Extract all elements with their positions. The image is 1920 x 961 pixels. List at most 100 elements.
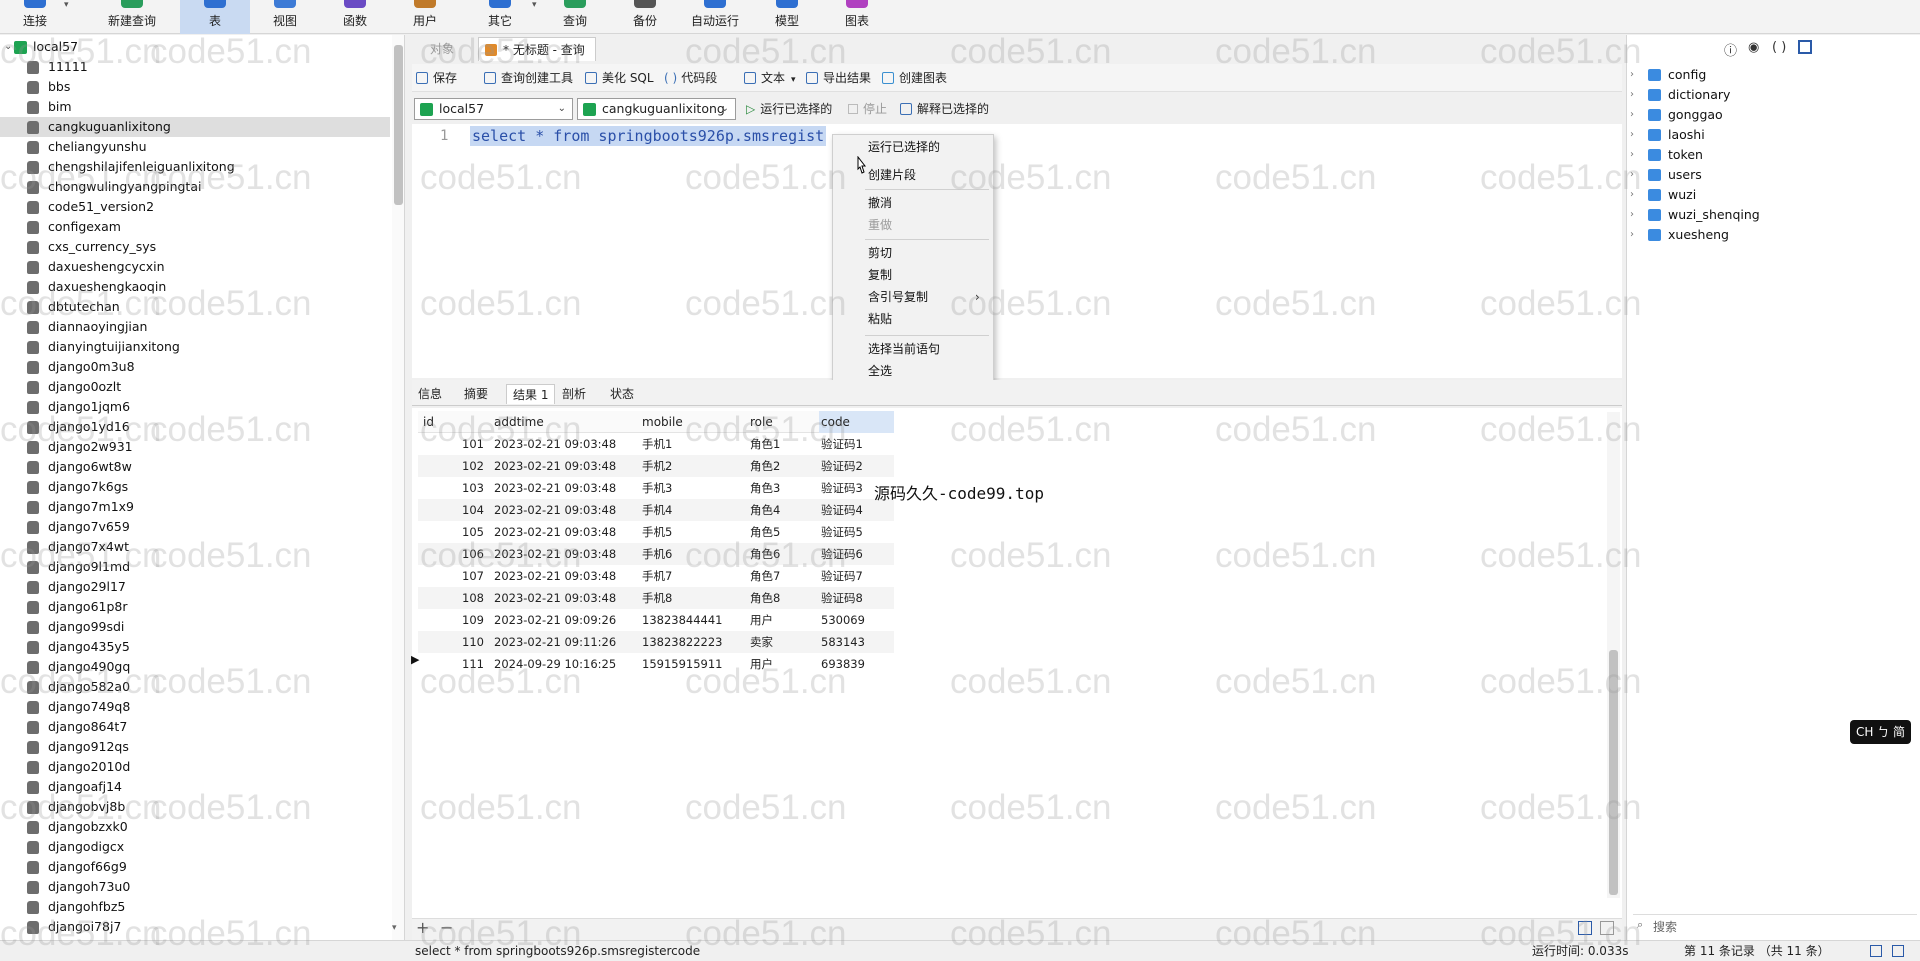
table-button[interactable]: 表 — [180, 0, 250, 34]
scroll-down-arrow-icon[interactable]: ▾ — [392, 923, 397, 933]
cell-role[interactable]: 角色1 — [750, 433, 780, 455]
database-item[interactable]: daxueshengcycxin — [0, 257, 390, 277]
database-item[interactable]: django6wt8w — [0, 457, 390, 477]
menu-item-redo[interactable]: 重做 — [868, 215, 892, 235]
cell-code[interactable]: 验证码3 — [821, 477, 863, 499]
database-item[interactable]: django2010d — [0, 757, 390, 777]
cell-code[interactable]: 验证码1 — [821, 433, 863, 455]
database-item[interactable]: djangoafj14 — [0, 777, 390, 797]
cell-code[interactable]: 验证码8 — [821, 587, 863, 609]
automation-button[interactable]: 自动运行 — [680, 0, 750, 34]
database-item[interactable]: djangof66g9 — [0, 857, 390, 877]
database-item[interactable]: django0m3u8 — [0, 357, 390, 377]
cell-id[interactable]: 101 — [418, 433, 484, 455]
run-selected-button[interactable]: ▷ 运行已选择的 — [746, 99, 832, 119]
database-item[interactable]: django99sdi — [0, 617, 390, 637]
other-dropdown-icon[interactable]: ▾ — [532, 0, 537, 10]
search-box[interactable]: ⌕ 搜索 — [1633, 914, 1917, 936]
new-query-button[interactable]: 新建查询 — [92, 0, 172, 34]
expand-chevron-icon[interactable]: › — [1630, 205, 1634, 225]
menu-item-copy[interactable]: 复制 — [868, 265, 892, 285]
cell-code[interactable]: 验证码6 — [821, 543, 863, 565]
cell-addtime[interactable]: 2023-02-21 09:03:48 — [494, 499, 616, 521]
cell-id[interactable]: 102 — [418, 455, 484, 477]
cell-role[interactable]: 角色6 — [750, 543, 780, 565]
cell-role[interactable]: 角色4 — [750, 499, 780, 521]
table-item[interactable]: › wuzi_shenqing — [1630, 205, 1910, 225]
info-icon[interactable]: ⓘ — [1724, 40, 1737, 59]
table-row[interactable]: 109 2023-02-21 09:09:26 13823844441 用户 53006… — [418, 609, 894, 631]
cell-role[interactable]: 卖家 — [750, 631, 773, 653]
database-item[interactable]: bbs — [0, 77, 390, 97]
cell-role[interactable]: 角色2 — [750, 455, 780, 477]
table-row[interactable]: 107 2023-02-21 09:03:48 手机7 角色7 验证码7 — [418, 565, 894, 587]
database-item[interactable]: diannaoyingjian — [0, 317, 390, 337]
database-item[interactable]: djangodigcx — [0, 837, 390, 857]
database-item[interactable]: django1yd16 — [0, 417, 390, 437]
chart-button[interactable]: 图表 — [822, 0, 892, 34]
cell-role[interactable]: 用户 — [750, 609, 773, 631]
cell-role[interactable]: 角色5 — [750, 521, 780, 543]
database-item[interactable]: django2w931 — [0, 437, 390, 457]
menu-item-cut[interactable]: 剪切 — [868, 243, 892, 263]
menu-item-paste[interactable]: 粘贴 — [868, 309, 892, 329]
database-item[interactable]: django912qs — [0, 737, 390, 757]
layout-left-icon[interactable] — [1870, 945, 1882, 957]
database-item[interactable]: code51_version2 — [0, 197, 390, 217]
database-select[interactable]: cangkuguanlixitong ⌄ — [577, 98, 736, 120]
database-item[interactable]: configexam — [0, 217, 390, 237]
database-item[interactable]: django1jqm6 — [0, 397, 390, 417]
menu-item-copy-with-quotes[interactable]: 含引号复制 — [868, 287, 928, 307]
cell-addtime[interactable]: 2023-02-21 09:03:48 — [494, 587, 616, 609]
database-item[interactable]: django749q8 — [0, 697, 390, 717]
table-item[interactable]: › users — [1630, 165, 1910, 185]
expand-chevron-icon[interactable]: › — [1630, 225, 1634, 245]
table-row[interactable]: 102 2023-02-21 09:03:48 手机2 角色2 验证码2 — [418, 455, 894, 477]
backup-button[interactable]: 备份 — [610, 0, 680, 34]
cell-role[interactable]: 用户 — [750, 653, 773, 675]
connect-button[interactable]: 连接 — [0, 0, 70, 34]
database-item[interactable]: django0ozlt — [0, 377, 390, 397]
database-item[interactable]: cangkuguanlixitong — [0, 117, 390, 137]
tab-profile[interactable]: 剖析 — [556, 384, 592, 404]
view-button[interactable]: 视图 — [250, 0, 320, 34]
database-item[interactable]: django7k6gs — [0, 477, 390, 497]
tab-query[interactable]: * 无标题 - 查询 — [478, 37, 596, 61]
database-item[interactable]: bim — [0, 97, 390, 117]
column-header-mobile[interactable]: mobile — [642, 412, 683, 432]
table-item[interactable]: › token — [1630, 145, 1910, 165]
tab-objects[interactable]: 对象 — [420, 37, 464, 61]
table-item[interactable]: › dictionary — [1630, 85, 1910, 105]
expand-chevron-icon[interactable]: › — [1630, 85, 1634, 105]
beautify-sql-button[interactable]: 美化 SQL — [585, 68, 654, 88]
cell-addtime[interactable]: 2023-02-21 09:03:48 — [494, 455, 616, 477]
cell-mobile[interactable]: 15915915911 — [642, 653, 722, 675]
cell-role[interactable]: 角色3 — [750, 477, 780, 499]
column-header-code[interactable]: code — [821, 412, 850, 432]
database-item[interactable]: django7x4wt — [0, 537, 390, 557]
form-view-icon[interactable] — [1600, 921, 1614, 935]
collapse-chevron-icon[interactable]: ⌄ — [4, 37, 12, 57]
stop-button[interactable]: 停止 — [848, 99, 887, 119]
column-header-addtime[interactable]: addtime — [494, 412, 544, 432]
sql-editor[interactable] — [412, 124, 1622, 378]
table-row[interactable]: 108 2023-02-21 09:03:48 手机8 角色8 验证码8 — [418, 587, 894, 609]
table-item[interactable]: › config — [1630, 65, 1910, 85]
table-item[interactable]: › gonggao — [1630, 105, 1910, 125]
query-builder-button[interactable]: 查询创建工具 — [484, 68, 573, 88]
database-item[interactable]: dbtutechan — [0, 297, 390, 317]
cell-code[interactable]: 583143 — [821, 631, 865, 653]
cell-mobile[interactable]: 手机1 — [642, 433, 672, 455]
table-row[interactable]: 111 2024-09-29 10:16:25 15915915911 用户 69383… — [418, 653, 894, 675]
database-item[interactable]: django9l1md — [0, 557, 390, 577]
table-item[interactable]: › xuesheng — [1630, 225, 1910, 245]
cell-mobile[interactable]: 手机7 — [642, 565, 672, 587]
tab-info[interactable]: 信息 — [412, 384, 448, 404]
expand-chevron-icon[interactable]: › — [1630, 125, 1634, 145]
layout-right-icon[interactable] — [1892, 945, 1904, 957]
menu-item-select-statement[interactable]: 选择当前语句 — [868, 339, 940, 359]
database-item[interactable]: django435y5 — [0, 637, 390, 657]
sidebar-scrollbar-thumb[interactable] — [394, 45, 403, 205]
column-header-id[interactable]: id — [423, 412, 434, 432]
connect-dropdown-icon[interactable]: ▾ — [64, 0, 69, 10]
